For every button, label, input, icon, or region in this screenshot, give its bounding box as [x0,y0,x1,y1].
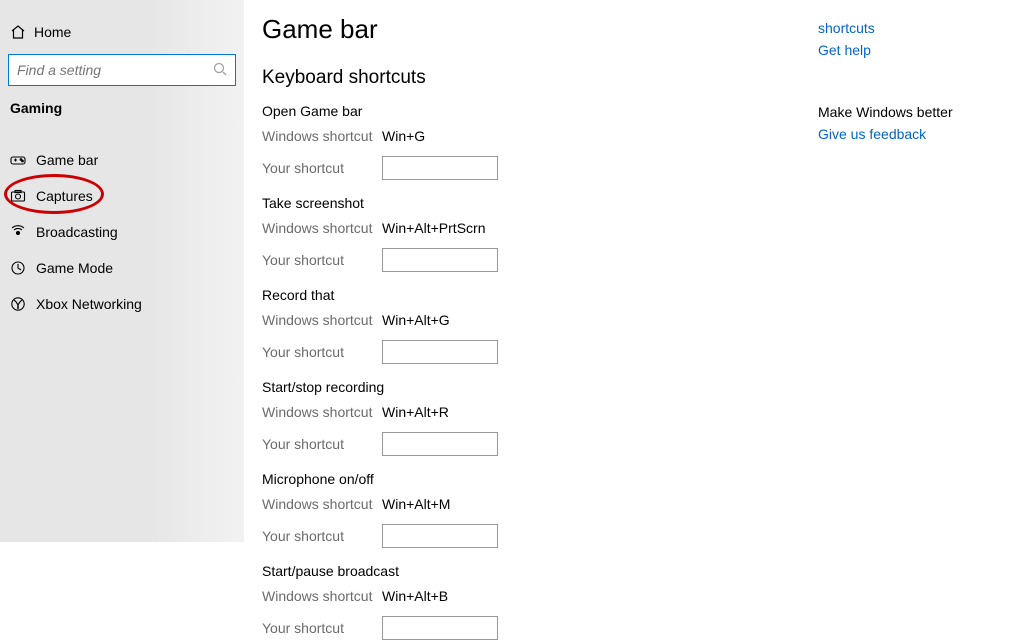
section-title: Keyboard shortcuts [262,67,818,89]
link-shortcuts[interactable]: shortcuts [818,20,1018,36]
windows-shortcut-label: Windows shortcut [262,312,382,328]
shortcut-group: Start/pause broadcast Windows shortcutWin… [262,563,818,641]
shortcut-group: Take screenshot Windows shortcutWin+Alt+P… [262,195,818,273]
your-shortcut-input[interactable] [382,340,498,364]
group-title: Start/pause broadcast [262,563,818,579]
group-title: Record that [262,287,818,303]
gamebar-icon [10,152,26,168]
windows-shortcut-value: Win+Alt+PrtScrn [382,220,485,236]
windows-shortcut-label: Windows shortcut [262,404,382,420]
right-column: shortcuts Get help Make Windows better G… [818,14,1018,542]
group-title: Take screenshot [262,195,818,211]
windows-shortcut-label: Windows shortcut [262,220,382,236]
your-shortcut-label: Your shortcut [262,344,382,360]
your-shortcut-input[interactable] [382,248,498,272]
sidebar-item-label: Broadcasting [36,224,118,240]
windows-shortcut-value: Win+Alt+G [382,312,450,328]
your-shortcut-input[interactable] [382,524,498,548]
shortcut-group: Start/stop recording Windows shortcutWin+… [262,379,818,457]
content: Game bar Keyboard shortcuts Open Game ba… [262,14,818,542]
category-label: Gaming [0,100,244,124]
windows-shortcut-value: Win+G [382,128,425,144]
your-shortcut-label: Your shortcut [262,160,382,176]
sidebar-item-label: Xbox Networking [36,296,142,312]
windows-shortcut-label: Windows shortcut [262,588,382,604]
windows-shortcut-value: Win+Alt+M [382,496,450,512]
sidebar-item-broadcasting[interactable]: Broadcasting [0,214,244,250]
xbox-icon [10,296,26,312]
captures-icon [10,188,26,204]
sidebar-item-label: Game Mode [36,260,113,276]
your-shortcut-input[interactable] [382,156,498,180]
link-feedback[interactable]: Give us feedback [818,126,1018,142]
sidebar: Home Gaming Game bar [0,0,244,542]
gamemode-icon [10,260,26,276]
sidebar-item-xbox-networking[interactable]: Xbox Networking [0,286,244,322]
group-title: Open Game bar [262,103,818,119]
link-get-help[interactable]: Get help [818,42,1018,58]
group-title: Start/stop recording [262,379,818,395]
shortcut-group: Record that Windows shortcutWin+Alt+GYour… [262,287,818,365]
your-shortcut-input[interactable] [382,616,498,640]
windows-shortcut-value: Win+Alt+R [382,404,449,420]
sidebar-item-game-bar[interactable]: Game bar [0,142,244,178]
nav: Game bar Captures Broadcasting [0,124,244,322]
main: Game bar Keyboard shortcuts Open Game ba… [244,0,1024,542]
shortcut-group: Microphone on/off Windows shortcutWin+Alt… [262,471,818,549]
your-shortcut-label: Your shortcut [262,620,382,636]
sidebar-item-label: Captures [36,188,93,204]
home-label: Home [34,24,71,40]
your-shortcut-label: Your shortcut [262,436,382,452]
broadcasting-icon [10,224,26,240]
windows-shortcut-value: Win+Alt+B [382,588,448,604]
home-row[interactable]: Home [0,18,244,54]
group-title: Microphone on/off [262,471,818,487]
page-title: Game bar [262,14,818,45]
search-box [8,54,236,86]
sidebar-item-captures[interactable]: Captures [0,178,244,214]
search-input[interactable] [8,54,236,86]
home-icon [10,24,26,40]
windows-shortcut-label: Windows shortcut [262,128,382,144]
sidebar-item-label: Game bar [36,152,98,168]
sidebar-item-game-mode[interactable]: Game Mode [0,250,244,286]
shortcut-group: Open Game bar Windows shortcutWin+GYour s… [262,103,818,181]
right-header: Make Windows better [818,104,1018,120]
your-shortcut-label: Your shortcut [262,252,382,268]
your-shortcut-input[interactable] [382,432,498,456]
windows-shortcut-label: Windows shortcut [262,496,382,512]
search-icon [212,61,228,77]
